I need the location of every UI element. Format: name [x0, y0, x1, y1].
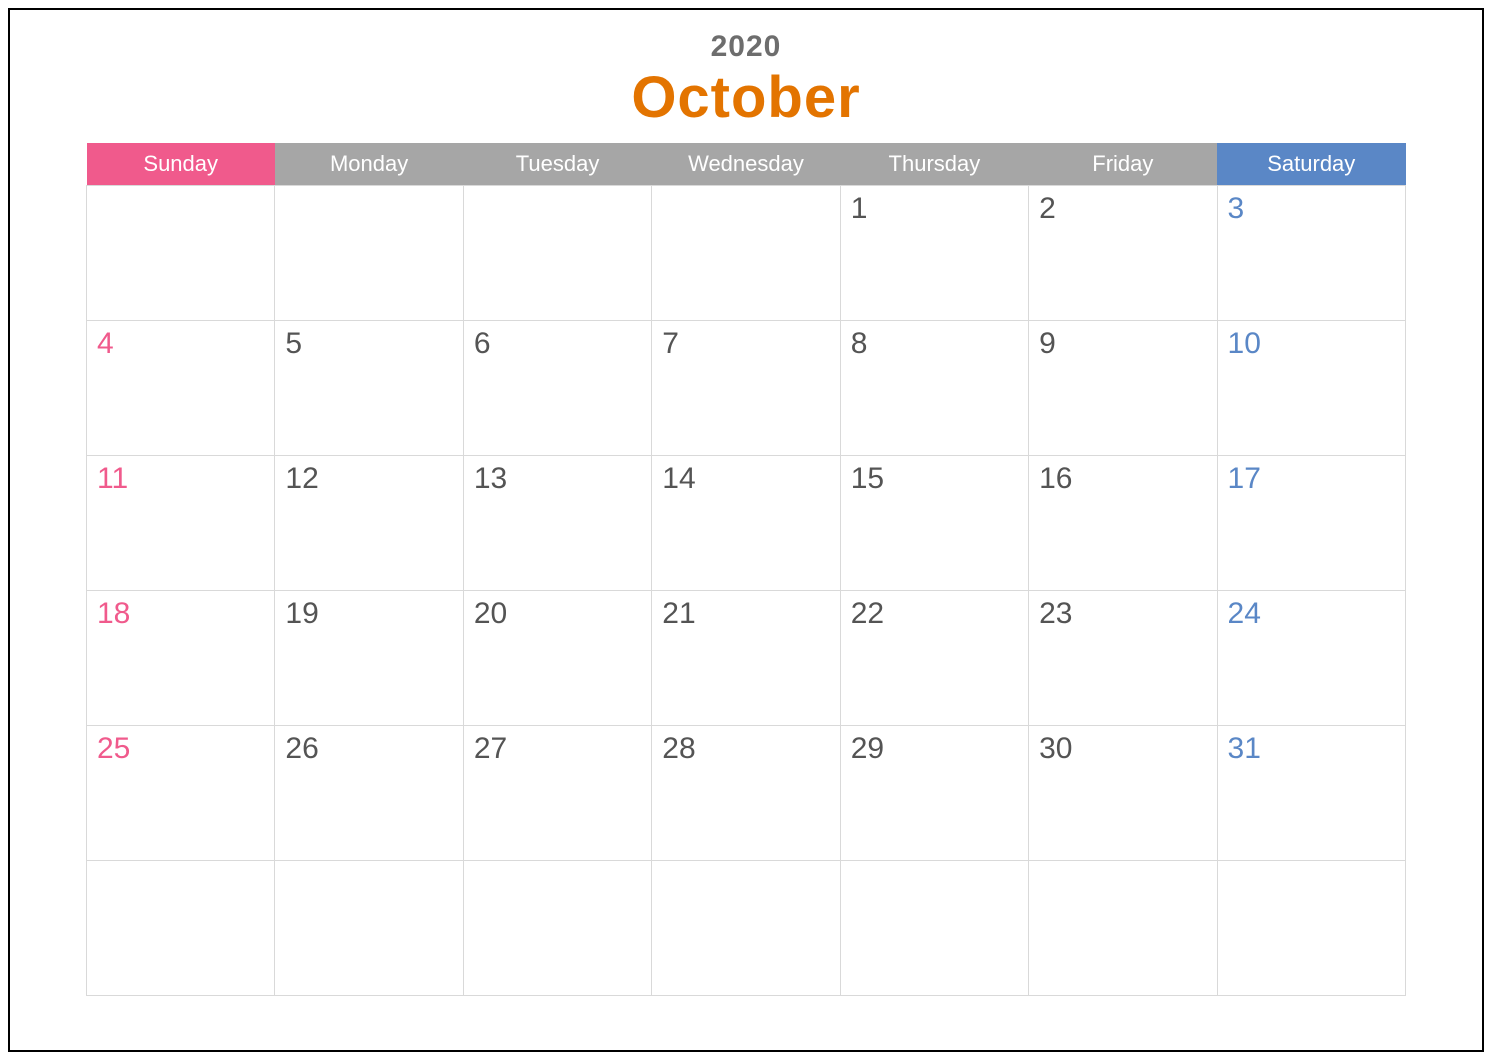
day-cell: 28 [652, 725, 840, 860]
calendar-table: Sunday Monday Tuesday Wednesday Thursday… [86, 143, 1406, 996]
page: 2020 October Sunday Monday Tuesday Wedne… [0, 0, 1492, 1060]
day-cell: 23 [1029, 590, 1217, 725]
day-cell: 22 [840, 590, 1028, 725]
day-cell: 5 [275, 320, 463, 455]
day-cell [652, 185, 840, 320]
day-cell [840, 860, 1028, 995]
day-cell [463, 860, 651, 995]
day-cell: 17 [1217, 455, 1405, 590]
day-cell: 16 [1029, 455, 1217, 590]
header-saturday: Saturday [1217, 143, 1405, 186]
day-cell [275, 860, 463, 995]
day-cell: 30 [1029, 725, 1217, 860]
header-friday: Friday [1029, 143, 1217, 186]
day-cell: 15 [840, 455, 1028, 590]
day-cell: 18 [87, 590, 275, 725]
day-cell: 31 [1217, 725, 1405, 860]
day-cell: 26 [275, 725, 463, 860]
day-cell: 8 [840, 320, 1028, 455]
header-monday: Monday [275, 143, 463, 186]
day-cell [1217, 860, 1405, 995]
day-cell: 24 [1217, 590, 1405, 725]
day-cell [275, 185, 463, 320]
day-cell: 11 [87, 455, 275, 590]
month-label: October [86, 68, 1406, 129]
day-cell: 4 [87, 320, 275, 455]
day-cell: 1 [840, 185, 1028, 320]
week-row: 11 12 13 14 15 16 17 [87, 455, 1406, 590]
week-row: 4 5 6 7 8 9 10 [87, 320, 1406, 455]
day-cell: 10 [1217, 320, 1405, 455]
day-cell: 7 [652, 320, 840, 455]
header-tuesday: Tuesday [463, 143, 651, 186]
day-cell: 21 [652, 590, 840, 725]
week-row: 18 19 20 21 22 23 24 [87, 590, 1406, 725]
day-cell [87, 860, 275, 995]
day-cell: 25 [87, 725, 275, 860]
year-label: 2020 [86, 32, 1406, 62]
day-cell: 3 [1217, 185, 1405, 320]
header-sunday: Sunday [87, 143, 275, 186]
day-cell [87, 185, 275, 320]
day-cell: 12 [275, 455, 463, 590]
day-cell: 14 [652, 455, 840, 590]
day-cell: 20 [463, 590, 651, 725]
header-wednesday: Wednesday [652, 143, 840, 186]
header-thursday: Thursday [840, 143, 1028, 186]
day-cell: 27 [463, 725, 651, 860]
day-cell [652, 860, 840, 995]
day-cell: 13 [463, 455, 651, 590]
day-cell: 29 [840, 725, 1028, 860]
day-cell [1029, 860, 1217, 995]
day-cell [463, 185, 651, 320]
calendar-frame: 2020 October Sunday Monday Tuesday Wedne… [8, 8, 1484, 1052]
week-row: 25 26 27 28 29 30 31 [87, 725, 1406, 860]
week-row [87, 860, 1406, 995]
weekday-header-row: Sunday Monday Tuesday Wednesday Thursday… [87, 143, 1406, 186]
day-cell: 2 [1029, 185, 1217, 320]
day-cell: 19 [275, 590, 463, 725]
day-cell: 6 [463, 320, 651, 455]
week-row: 1 2 3 [87, 185, 1406, 320]
day-cell: 9 [1029, 320, 1217, 455]
